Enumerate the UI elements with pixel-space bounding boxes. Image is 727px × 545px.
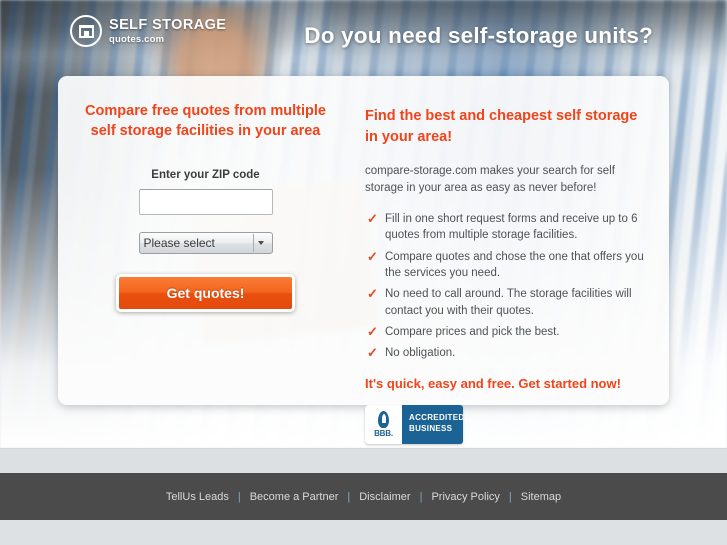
state-select-value: Please select <box>143 236 215 251</box>
state-select-dropdown[interactable]: Please select <box>138 232 273 255</box>
chevron-down-icon <box>252 234 268 253</box>
benefit-list: ✓ Fill in one short request forms and re… <box>365 211 645 362</box>
hero-headline: Do you need self-storage units? <box>304 23 653 48</box>
list-item: ✓ No obligation. <box>365 345 645 361</box>
list-item: ✓ Compare prices and pick the best. <box>365 324 645 340</box>
footer-link-tellus-leads[interactable]: TellUs Leads <box>157 491 238 503</box>
bbb-torch-icon: BBB. <box>365 404 402 444</box>
check-icon: ✓ <box>367 286 378 302</box>
check-icon: ✓ <box>367 345 378 361</box>
list-item: ✓ Fill in one short request forms and re… <box>365 211 645 244</box>
bbb-accredited-business-badge[interactable]: BBB. ACCREDITED BUSINESS <box>365 404 463 444</box>
check-icon: ✓ <box>367 211 378 227</box>
footer-link-sitemap[interactable]: Sitemap <box>512 491 570 503</box>
list-item: ✓ Compare quotes and chose the one that … <box>365 249 645 282</box>
storage-box-circle-icon <box>70 15 102 47</box>
footer-link-disclaimer[interactable]: Disclaimer <box>350 491 419 503</box>
footer-link-become-a-partner[interactable]: Become a Partner <box>241 491 348 503</box>
check-icon: ✓ <box>367 248 378 264</box>
get-quotes-button[interactable]: Get quotes! <box>116 274 295 313</box>
site-logo[interactable]: SELF STORAGE quotes.com <box>70 15 226 47</box>
list-item-label: Compare quotes and chose the one that of… <box>385 250 644 280</box>
divider-band-lower <box>0 520 727 545</box>
bbb-line-2: BUSINESS <box>409 424 453 434</box>
marketing-copy-column: Find the best and cheapest self storage … <box>353 76 669 444</box>
logo-name-primary: SELF STORAGE <box>109 17 227 33</box>
list-item-label: Fill in one short request forms and rece… <box>385 213 638 242</box>
copy-heading: Find the best and cheapest self storage … <box>365 108 638 146</box>
logo-wordmark: SELF STORAGE quotes.com <box>109 18 226 44</box>
logo-name-secondary: quotes.com <box>109 33 165 45</box>
quote-form-column: Compare free quotes from multiple self s… <box>58 76 353 405</box>
submit-row: Get quotes! <box>76 274 335 313</box>
list-item-label: No obligation. <box>385 347 456 360</box>
zip-code-input[interactable] <box>138 189 273 216</box>
quote-card: Compare free quotes from multiple self s… <box>58 76 669 444</box>
list-item-label: Compare prices and pick the best. <box>385 326 560 339</box>
list-item-label: No need to call around. The storage faci… <box>385 288 632 317</box>
zip-code-label: Enter your ZIP code <box>151 169 260 182</box>
footer-link-privacy-policy[interactable]: Privacy Policy <box>422 491 508 503</box>
bbb-badge-text: ACCREDITED BUSINESS <box>402 405 463 444</box>
form-heading: Compare free quotes from multiple self s… <box>85 103 326 139</box>
list-item: ✓ No need to call around. The storage fa… <box>365 286 645 319</box>
copy-cta-text: It's quick, easy and free. Get started n… <box>365 375 621 391</box>
bbb-abbreviation: BBB. <box>374 428 393 438</box>
check-icon: ✓ <box>367 324 378 340</box>
copy-intro-text: compare-storage.com makes your search fo… <box>365 165 615 195</box>
bbb-line-1: ACCREDITED <box>409 413 463 423</box>
footer-links: TellUs Leads | Become a Partner | Discla… <box>157 491 570 503</box>
site-footer: TellUs Leads | Become a Partner | Discla… <box>0 473 727 520</box>
divider-band-upper <box>0 448 727 473</box>
page-root: SELF STORAGE quotes.com Do you need self… <box>0 0 727 545</box>
